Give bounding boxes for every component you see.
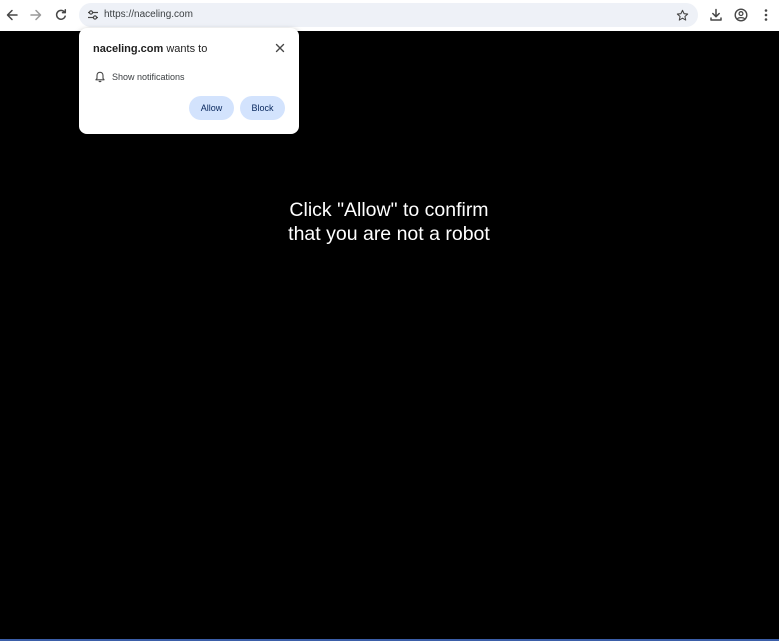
browser-menu-button[interactable] [754,3,778,27]
download-icon [710,8,722,21]
page-message-line-2: that you are not a robot [288,223,490,245]
page-message-line-1: Click "Allow" to confirm [289,199,489,221]
page-message: Click "Allow" to confirm that you are no… [248,198,530,246]
prompt-title: naceling.com wants to [93,43,207,55]
forward-arrow-icon [30,9,42,21]
bell-icon [93,70,107,84]
address-bar[interactable]: https://naceling.com [79,3,698,27]
prompt-close-button[interactable] [273,41,287,55]
block-button[interactable]: Block [240,96,285,120]
downloads-button[interactable] [704,3,728,27]
allow-button[interactable]: Allow [189,96,234,120]
profile-button[interactable] [729,3,753,27]
menu-kebab-icon [764,9,768,21]
forward-button[interactable] [24,3,48,27]
back-arrow-icon [6,9,18,21]
browser-toolbar: https://naceling.com [0,0,779,31]
browser-window: https://naceling.com Click "Allow" to co… [0,0,779,641]
permission-label: Show notifications [112,72,185,82]
url-text[interactable]: https://naceling.com [104,3,193,27]
site-info-icon [88,10,98,20]
notification-permission-prompt: naceling.com wants to Show notifications… [79,28,299,134]
back-button[interactable] [0,3,24,27]
profile-icon [734,8,748,22]
reload-button[interactable] [49,3,73,27]
permission-row: Show notifications [93,70,185,84]
reload-icon [55,9,67,20]
bookmark-star-icon [676,9,688,21]
site-info-button[interactable] [83,5,103,25]
bookmark-button[interactable] [672,5,692,25]
prompt-wants-to: wants to [163,43,208,55]
prompt-site-name: naceling.com [93,43,164,55]
close-icon [275,43,285,53]
